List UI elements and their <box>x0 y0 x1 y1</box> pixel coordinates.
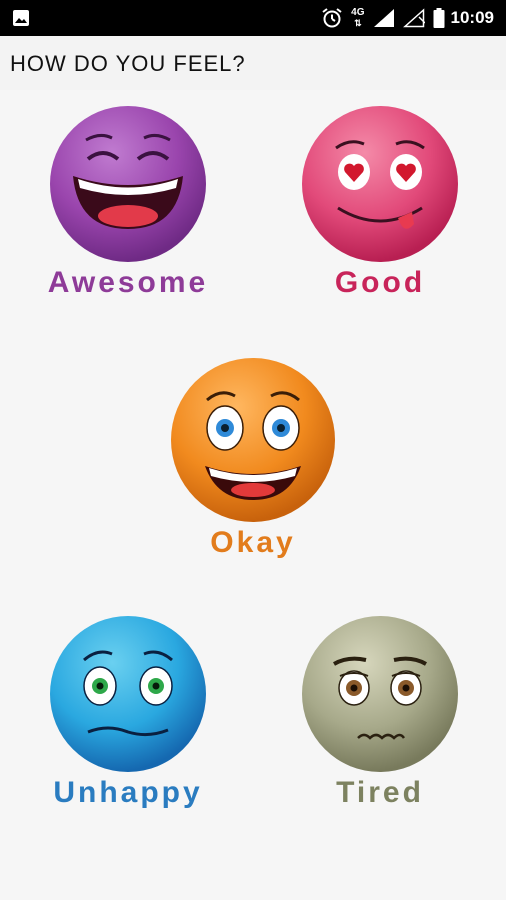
mood-option-unhappy[interactable]: Unhappy <box>18 614 238 810</box>
network-label: 4G <box>351 7 365 18</box>
mood-option-good[interactable]: Good <box>270 104 490 300</box>
image-icon <box>12 9 30 32</box>
tired-emoji-icon <box>302 616 458 772</box>
mood-option-awesome[interactable]: Awesome <box>18 104 238 300</box>
signal-icon <box>373 8 395 28</box>
status-bar: 4G ⇅ 10:09 <box>0 0 506 36</box>
battery-icon <box>433 8 445 28</box>
mood-label-tired: Tired <box>336 776 424 809</box>
mood-option-tired[interactable]: Tired <box>270 614 490 810</box>
network-type-icon: 4G ⇅ <box>351 7 365 29</box>
mood-label-good: Good <box>334 266 426 299</box>
page-title: HOW DO YOU FEEL? <box>10 51 246 76</box>
awesome-emoji-icon <box>50 106 206 262</box>
mood-label-okay: Okay <box>210 526 296 559</box>
mood-grid: Awesome Good Okay Unhappy Tired <box>0 90 506 900</box>
signal-empty-icon <box>402 8 425 28</box>
mood-option-okay[interactable]: Okay <box>143 356 363 560</box>
okay-emoji-icon <box>171 358 335 522</box>
mood-label-awesome: Awesome <box>47 266 209 299</box>
alarm-icon <box>321 7 343 29</box>
good-emoji-icon <box>302 106 458 262</box>
clock: 10:09 <box>450 8 494 27</box>
app-header: HOW DO YOU FEEL? <box>0 36 506 90</box>
unhappy-emoji-icon <box>50 616 206 772</box>
mood-label-unhappy: Unhappy <box>53 776 203 809</box>
